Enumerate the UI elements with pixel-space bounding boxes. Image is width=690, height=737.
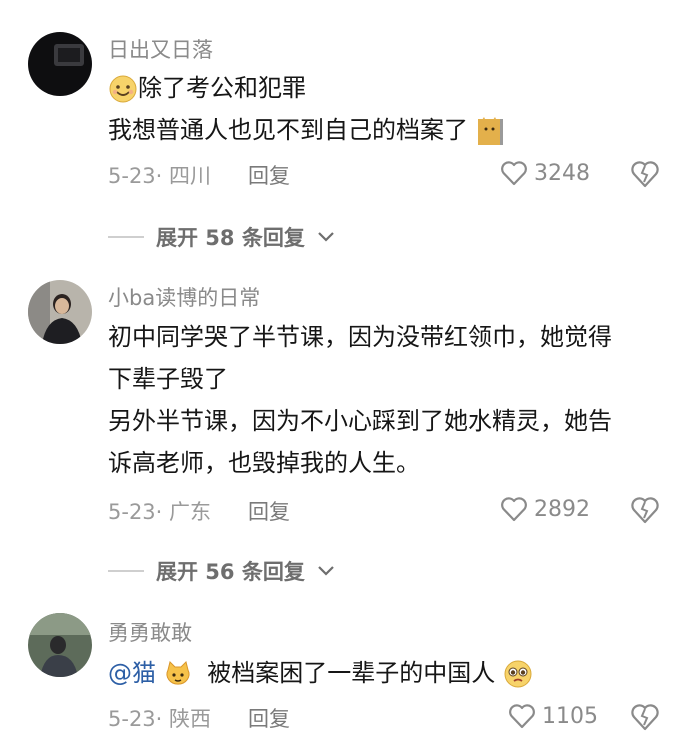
avatar[interactable] <box>28 280 92 344</box>
broken-heart-icon <box>631 497 659 524</box>
username[interactable]: 日出又日落 <box>108 34 213 64</box>
avatar[interactable] <box>28 32 92 96</box>
like-count: 2892 <box>534 496 590 522</box>
reply-button[interactable]: 回复 <box>248 160 290 190</box>
broken-heart-icon <box>631 704 659 731</box>
chevron-down-icon <box>318 232 334 242</box>
smile-emoji-icon <box>109 75 137 103</box>
expand-replies-button[interactable]: 展开 58 条回复 <box>108 222 335 252</box>
expand-label: 展开 58 条回复 <box>156 226 305 250</box>
comment-2: 小ba读博的日常 初中同学哭了半节课，因为没带红领巾，她觉得 下辈子毁了 另外半… <box>0 270 690 600</box>
chevron-down-icon <box>318 566 334 576</box>
dislike-button[interactable] <box>630 703 660 735</box>
heart-outline-icon <box>509 704 535 729</box>
heart-outline-icon <box>501 161 527 186</box>
like-count: 1105 <box>542 703 598 729</box>
username[interactable]: 勇勇敢敢 <box>108 617 192 647</box>
comment-meta: 5-23· 四川 <box>108 164 212 188</box>
reply-button[interactable]: 回复 <box>248 703 290 733</box>
dislike-button[interactable] <box>630 160 660 192</box>
expand-label: 展开 56 条回复 <box>156 560 305 584</box>
comment-text-line: @猫 被档案困了一辈子的中国人 <box>108 657 533 689</box>
comment-text-line: 除了考公和犯罪 <box>108 72 306 104</box>
like-button[interactable]: 1105 <box>508 703 598 729</box>
comment-3: 勇勇敢敢 @猫 被档案困了一辈子的中国人 5-23· 陕西 回复 1105 <box>0 605 690 737</box>
mention-link[interactable]: @猫 <box>108 659 156 687</box>
broken-heart-icon <box>631 161 659 188</box>
avatar[interactable] <box>28 613 92 677</box>
username[interactable]: 小ba读博的日常 <box>108 282 260 312</box>
comment-1: 日出又日落 除了考公和犯罪 我想普通人也见不到自己的档案了 5-23· 四川 回… <box>0 0 690 270</box>
comment-text-line: 我想普通人也见不到自己的档案了 <box>108 114 504 147</box>
like-button[interactable]: 3248 <box>500 160 590 186</box>
comment-text-line: 下辈子毁了 <box>108 365 228 393</box>
cat-sticker-icon <box>477 117 503 145</box>
comment-meta: 5-23· 陕西 <box>108 707 212 731</box>
divider-dash <box>108 236 144 238</box>
comment-text-line: 初中同学哭了半节课，因为没带红领巾，她觉得 <box>108 323 612 351</box>
pleading-face-emoji-icon <box>504 660 532 688</box>
expand-replies-button[interactable]: 展开 56 条回复 <box>108 556 335 586</box>
dislike-button[interactable] <box>630 496 660 528</box>
like-button[interactable]: 2892 <box>500 496 590 522</box>
like-count: 3248 <box>534 160 590 186</box>
comment-text-line: 另外半节课，因为不小心踩到了她水精灵，她告 <box>108 407 612 435</box>
cat-face-emoji-icon <box>166 661 190 685</box>
comment-meta: 5-23· 广东 <box>108 500 212 524</box>
heart-outline-icon <box>501 497 527 522</box>
divider-dash <box>108 570 144 572</box>
reply-button[interactable]: 回复 <box>248 496 290 526</box>
comment-text-line: 诉高老师，也毁掉我的人生。 <box>108 449 420 477</box>
